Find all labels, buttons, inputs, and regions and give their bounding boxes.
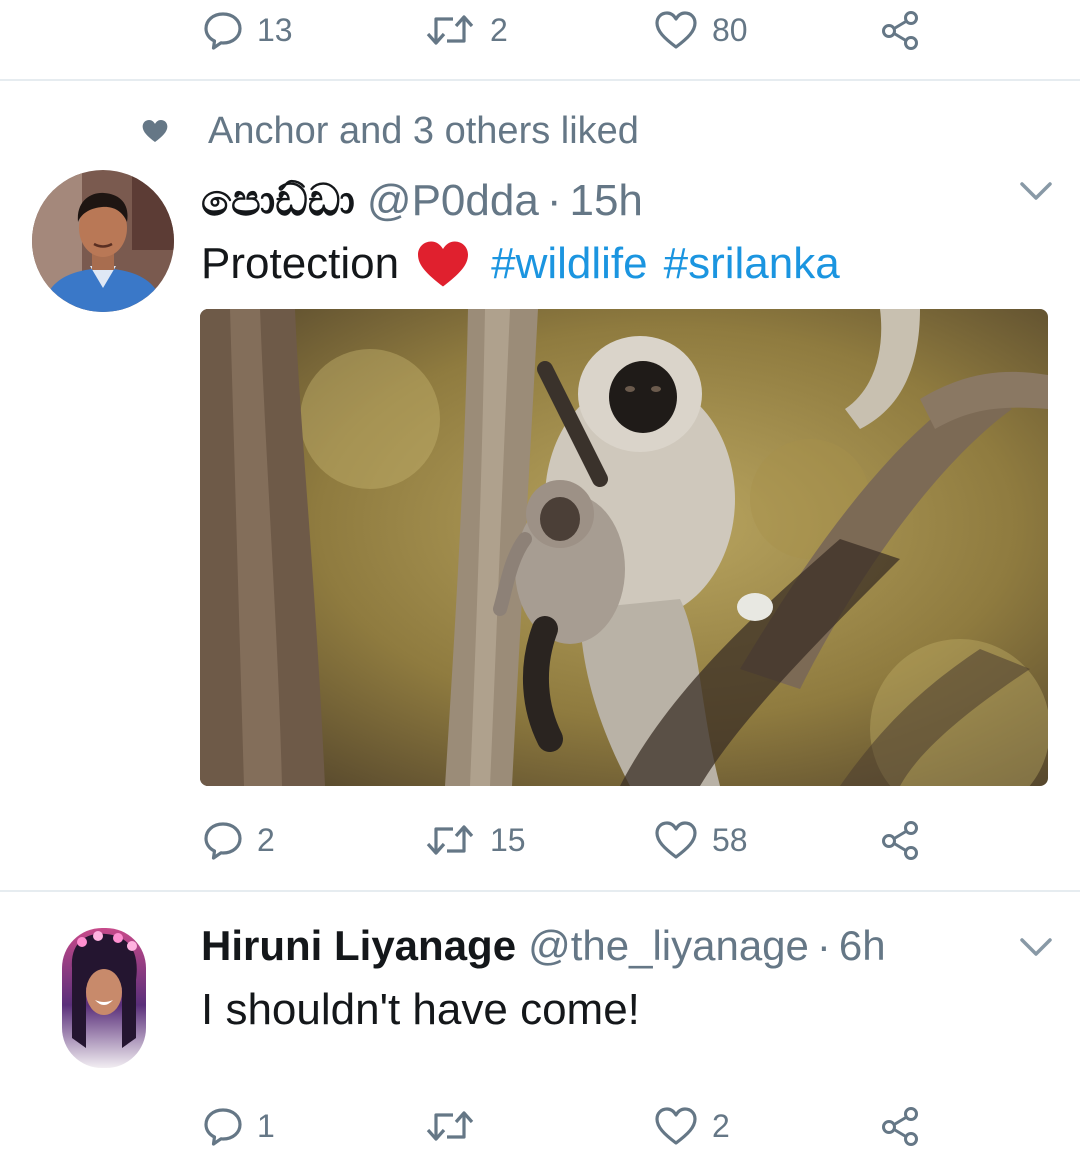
share-icon (880, 820, 920, 860)
timestamp[interactable]: 6h (839, 922, 886, 970)
avatar[interactable] (32, 170, 174, 312)
like-count: 80 (712, 11, 748, 48)
red-heart-emoji-icon (418, 241, 469, 287)
hashtag-srilanka[interactable]: #srilanka (664, 239, 840, 289)
display-name[interactable]: පොඩ්ඩා (201, 176, 355, 226)
photo-langurs-in-tree (200, 309, 1048, 786)
retweet-button[interactable]: 15 (424, 810, 526, 870)
tweet-header: පොඩ්ඩා @P0dda · 15h (201, 176, 643, 226)
tweet-divider (0, 890, 1080, 892)
like-count: 2 (712, 1107, 730, 1144)
chevron-down-icon[interactable] (1016, 176, 1056, 206)
reply-icon (203, 820, 243, 860)
share-button[interactable] (880, 0, 920, 60)
user-handle[interactable]: @the_liyanage (528, 922, 809, 970)
separator-dot: · (816, 922, 831, 969)
retweet-count: 2 (490, 11, 508, 48)
avatar-image (32, 170, 174, 312)
retweet-icon (424, 1106, 476, 1146)
like-button[interactable]: 2 (654, 1096, 730, 1156)
chevron-down-icon[interactable] (1016, 932, 1056, 962)
share-icon (880, 10, 920, 50)
reply-count: 1 (257, 1107, 275, 1144)
tweet-actions: 1 2 (0, 1096, 1080, 1156)
tweet-body: I shouldn't have come! (201, 985, 640, 1034)
tweet-body: Protection (201, 239, 400, 288)
share-icon (880, 1106, 920, 1146)
tweet-divider (0, 79, 1080, 81)
user-handle[interactable]: @P0dda (367, 176, 539, 226)
like-icon (654, 1106, 698, 1146)
retweet-button[interactable] (424, 1096, 490, 1156)
retweet-icon (424, 820, 476, 860)
retweet-button[interactable]: 2 (424, 0, 508, 60)
reply-button[interactable]: 1 (203, 1096, 275, 1156)
heart-small-icon (142, 119, 168, 143)
reply-button[interactable]: 2 (203, 810, 275, 870)
social-context-text: Anchor and 3 others liked (208, 109, 639, 152)
avatar-image (62, 928, 146, 1068)
reply-button[interactable]: 13 (203, 0, 293, 60)
like-icon (654, 10, 698, 50)
reply-icon (203, 1106, 243, 1146)
like-count: 58 (712, 821, 748, 858)
like-button[interactable]: 80 (654, 0, 748, 60)
social-context[interactable]: Anchor and 3 others liked (140, 106, 639, 156)
separator-dot: · (546, 176, 562, 225)
tweet-photo[interactable] (200, 309, 1048, 786)
retweet-icon (424, 10, 476, 50)
reply-count: 13 (257, 11, 293, 48)
timestamp[interactable]: 15h (569, 176, 642, 226)
display-name[interactable]: Hiruni Liyanage (201, 922, 516, 970)
previous-tweet-actions: 13 2 80 (0, 0, 1080, 60)
tweet-text: Protection #wildlife #srilanka (201, 236, 840, 292)
like-button[interactable]: 58 (654, 810, 748, 870)
reply-count: 2 (257, 821, 275, 858)
like-icon (654, 820, 698, 860)
hashtag-wildlife[interactable]: #wildlife (491, 239, 648, 289)
share-button[interactable] (880, 810, 920, 870)
retweet-count: 15 (490, 821, 526, 858)
avatar[interactable] (62, 928, 146, 1068)
reply-icon (203, 10, 243, 50)
tweet-header: Hiruni Liyanage @the_liyanage · 6h (201, 922, 886, 970)
share-button[interactable] (880, 1096, 920, 1156)
tweet-text: I shouldn't have come! (201, 982, 640, 1038)
tweet-actions: 2 15 58 (0, 810, 1080, 870)
